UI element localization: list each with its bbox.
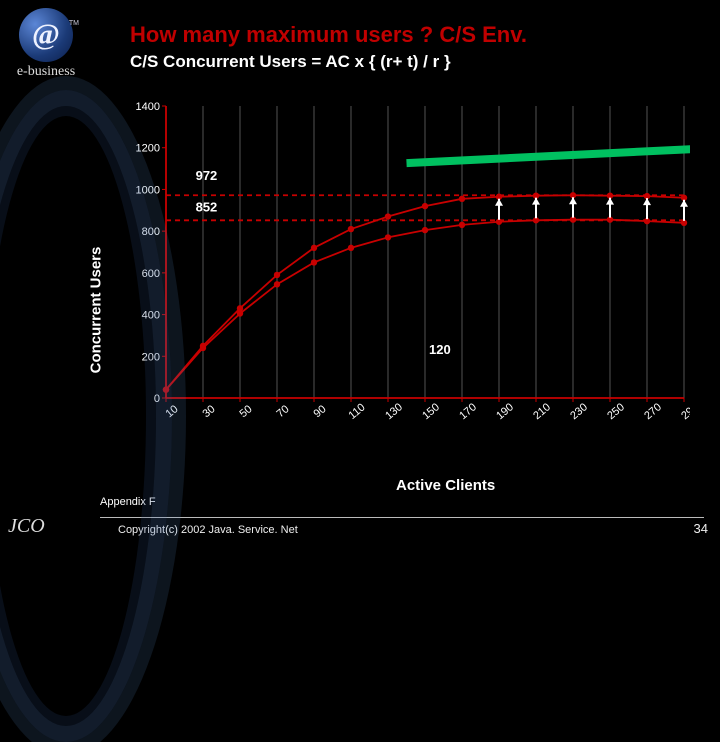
- svg-text:210: 210: [531, 401, 553, 422]
- svg-text:250: 250: [605, 401, 627, 422]
- footer-divider: [100, 517, 704, 518]
- svg-text:852: 852: [196, 199, 218, 214]
- decorative-sidebar: [0, 0, 96, 540]
- svg-text:170: 170: [457, 401, 479, 422]
- svg-text:90: 90: [312, 403, 329, 420]
- svg-text:120: 120: [429, 342, 451, 357]
- x-axis-label: Active Clients: [396, 477, 495, 494]
- page-number: 34: [694, 521, 708, 536]
- slide-title: How many maximum users ? C/S Env.: [130, 22, 527, 48]
- svg-text:150: 150: [420, 401, 442, 422]
- svg-text:230: 230: [568, 401, 590, 422]
- chart-container: Concurrent Users Active Clients 10305070…: [112, 100, 700, 470]
- svg-text:70: 70: [275, 403, 292, 420]
- svg-text:190: 190: [494, 401, 516, 422]
- svg-text:1400: 1400: [136, 101, 160, 113]
- svg-text:270: 270: [642, 401, 664, 422]
- svg-text:130: 130: [383, 401, 405, 422]
- svg-text:50: 50: [238, 403, 255, 420]
- formula-text: C/S Concurrent Users = AC x { (r+ t) / r…: [130, 52, 451, 72]
- svg-text:30: 30: [201, 403, 218, 420]
- line-chart: 1030507090110130150170190210230250270290…: [130, 100, 690, 432]
- svg-text:1200: 1200: [136, 143, 160, 155]
- svg-text:290: 290: [679, 401, 690, 422]
- svg-text:110: 110: [346, 401, 367, 421]
- svg-text:972: 972: [196, 168, 218, 183]
- y-axis-label: Concurrent Users: [88, 247, 105, 374]
